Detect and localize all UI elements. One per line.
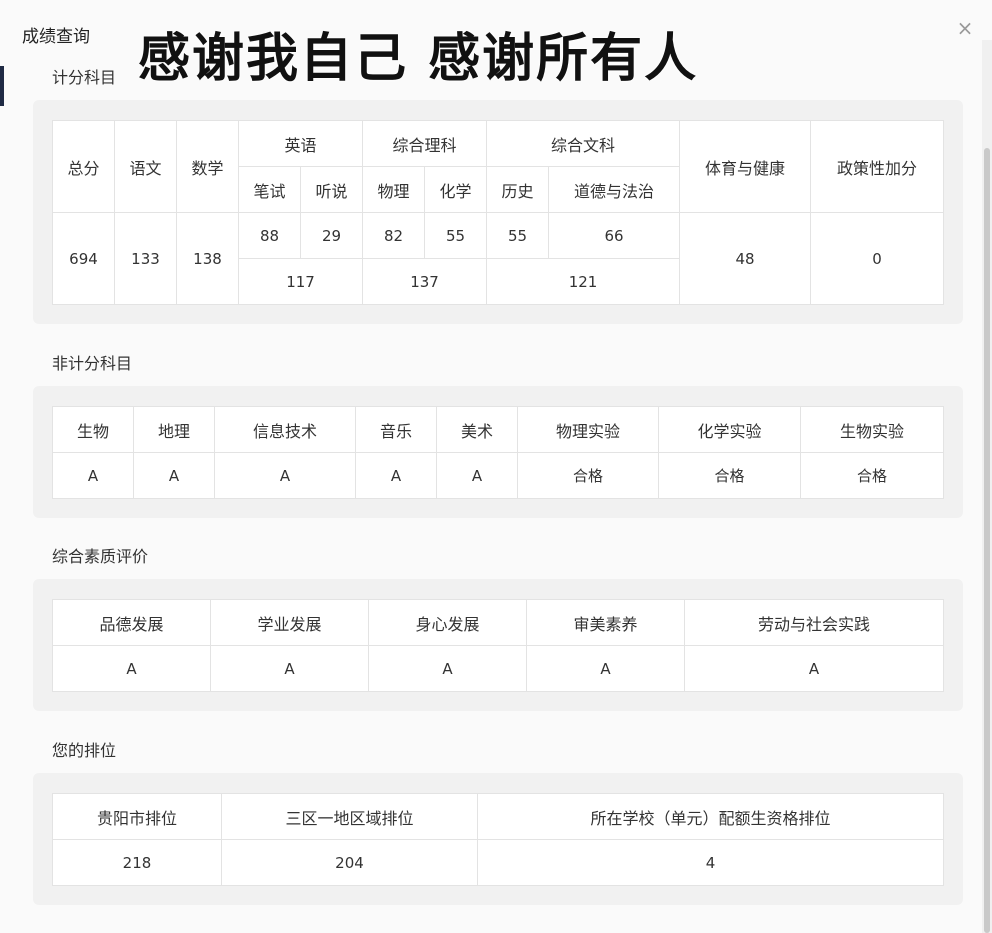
header-morality-law: 道德与法治: [548, 166, 681, 213]
header-labor-practice: 劳动与社会实践: [684, 599, 944, 646]
ranking-card: 贵阳市排位 三区一地区域排位 所在学校（单元）配额生资格排位 218 204 4: [33, 773, 963, 905]
header-math: 数学: [176, 120, 239, 213]
header-art: 美术: [436, 406, 518, 453]
header-policy-bonus: 政策性加分: [810, 120, 945, 213]
value-morality-law: 66: [548, 212, 681, 259]
value-biology-lab: 合格: [800, 452, 944, 499]
value-english-written: 88: [238, 212, 301, 259]
header-pe-health: 体育与健康: [679, 120, 812, 213]
header-music: 音乐: [355, 406, 437, 453]
value-arts-sum: 121: [486, 258, 681, 305]
value-chemistry-lab: 合格: [658, 452, 801, 499]
window-edge: [0, 66, 4, 106]
dialog-title: 成绩查询: [22, 27, 90, 47]
header-total: 总分: [52, 120, 115, 213]
close-icon[interactable]: ×: [955, 18, 975, 38]
header-geography: 地理: [133, 406, 215, 453]
unscored-card: 生物 地理 信息技术 音乐 美术 物理实验 化学实验 生物实验 A A A A …: [33, 386, 963, 518]
header-arts: 综合文科: [486, 120, 681, 167]
value-city-rank: 218: [52, 839, 222, 886]
header-academic: 学业发展: [210, 599, 369, 646]
scrollbar-thumb[interactable]: [984, 148, 990, 933]
overlay-caption: 感谢我自己 感谢所有人: [138, 29, 699, 89]
value-biology: A: [52, 452, 134, 499]
value-labor-practice: A: [684, 645, 944, 692]
value-aesthetic: A: [526, 645, 685, 692]
quality-card: 品德发展 学业发展 身心发展 审美素养 劳动与社会实践 A A A A A: [33, 579, 963, 711]
value-academic: A: [210, 645, 369, 692]
value-physics: 82: [362, 212, 426, 259]
header-physical-mental: 身心发展: [368, 599, 527, 646]
value-region-rank: 204: [221, 839, 478, 886]
value-physics-lab: 合格: [517, 452, 659, 499]
section-title-ranking: 您的排位: [52, 741, 117, 760]
header-biology: 生物: [52, 406, 134, 453]
section-title-quality: 综合素质评价: [52, 547, 149, 566]
value-art: A: [436, 452, 518, 499]
value-geography: A: [133, 452, 215, 499]
header-moral: 品德发展: [52, 599, 211, 646]
value-pe-health: 48: [679, 212, 812, 305]
section-title-unscored: 非计分科目: [52, 354, 133, 373]
value-school-quota-rank: 4: [477, 839, 944, 886]
header-region-rank: 三区一地区域排位: [221, 793, 478, 840]
value-chinese: 133: [114, 212, 177, 305]
value-total: 694: [52, 212, 115, 305]
header-biology-lab: 生物实验: [800, 406, 944, 453]
header-science: 综合理科: [362, 120, 488, 167]
value-math: 138: [176, 212, 239, 305]
value-chemistry: 55: [424, 212, 488, 259]
header-english-written: 笔试: [238, 166, 301, 213]
ranking-table: 贵阳市排位 三区一地区域排位 所在学校（单元）配额生资格排位 218 204 4: [52, 793, 944, 886]
header-chemistry-lab: 化学实验: [658, 406, 801, 453]
header-history: 历史: [486, 166, 550, 213]
value-music: A: [355, 452, 437, 499]
header-city-rank: 贵阳市排位: [52, 793, 222, 840]
value-english-oral: 29: [299, 212, 364, 259]
header-english-oral: 听说: [299, 166, 364, 213]
header-school-quota-rank: 所在学校（单元）配额生资格排位: [477, 793, 944, 840]
value-history: 55: [486, 212, 550, 259]
value-policy-bonus: 0: [810, 212, 945, 305]
header-aesthetic: 审美素养: [526, 599, 685, 646]
scored-table: 总分 语文 数学 英语 综合理科 综合文科 体育与健康 政策性加分 笔试 听说 …: [52, 120, 945, 305]
header-physics-lab: 物理实验: [517, 406, 659, 453]
value-it: A: [214, 452, 356, 499]
value-science-sum: 137: [362, 258, 488, 305]
value-physical-mental: A: [368, 645, 527, 692]
section-title-scored: 计分科目: [52, 68, 117, 87]
value-english-sum: 117: [237, 258, 364, 305]
header-english: 英语: [237, 120, 364, 167]
header-it: 信息技术: [214, 406, 356, 453]
header-physics: 物理: [362, 166, 426, 213]
scored-card: 总分 语文 数学 英语 综合理科 综合文科 体育与健康 政策性加分 笔试 听说 …: [33, 100, 963, 324]
header-chinese: 语文: [114, 120, 177, 213]
header-chemistry: 化学: [424, 166, 488, 213]
unscored-table: 生物 地理 信息技术 音乐 美术 物理实验 化学实验 生物实验 A A A A …: [52, 406, 944, 499]
quality-table: 品德发展 学业发展 身心发展 审美素养 劳动与社会实践 A A A A A: [52, 599, 944, 692]
value-moral: A: [52, 645, 211, 692]
